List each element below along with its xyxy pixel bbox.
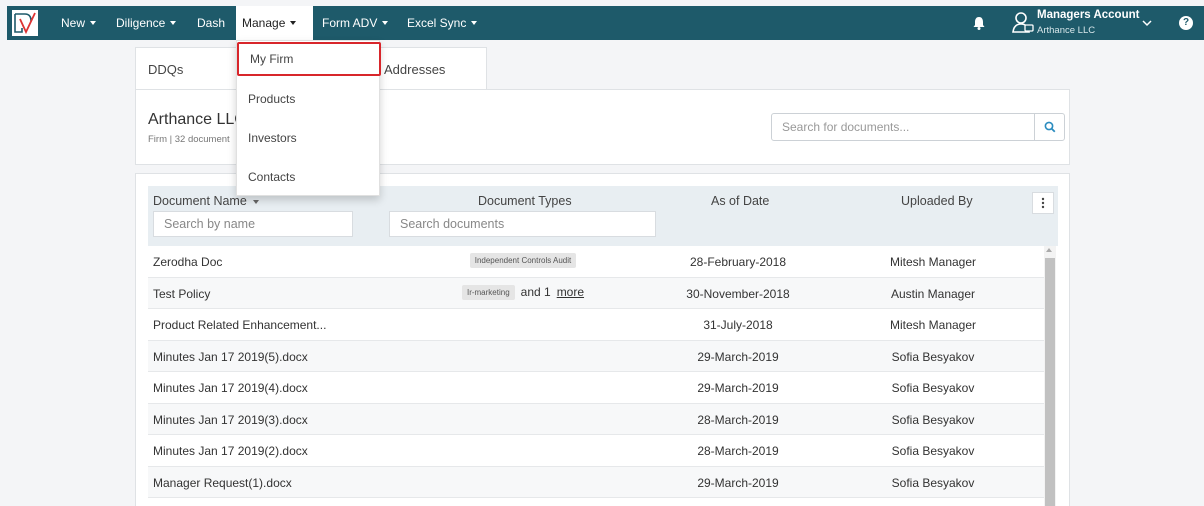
as-of-date-cell: 29-March-2019 xyxy=(697,381,779,395)
uploaded-by-cell: Mitesh Manager xyxy=(889,318,977,332)
table-scrollbar-thumb[interactable] xyxy=(1045,258,1055,506)
as-of-date-cell: 28-February-2018 xyxy=(689,255,787,269)
caret-down-icon xyxy=(290,21,297,25)
table-row[interactable]: Zerodha Doc Independent Controls Audit 2… xyxy=(148,246,1044,278)
search-icon xyxy=(1044,121,1055,133)
nav-dash[interactable]: Dash xyxy=(191,6,231,40)
document-rows: Zerodha Doc Independent Controls Audit 2… xyxy=(148,246,1044,498)
nav-excel-sync[interactable]: Excel Sync xyxy=(401,6,483,40)
as-of-date-cell: 30-November-2018 xyxy=(686,286,790,301)
uploaded-by-cell: Sofia Besyakov xyxy=(891,381,975,395)
as-of-date-cell: 29-March-2019 xyxy=(697,475,779,490)
nav-form-adv[interactable]: Form ADV xyxy=(316,6,394,40)
account-name[interactable]: Managers Account xyxy=(1037,9,1139,21)
uploaded-by-cell: Sofia Besyakov xyxy=(891,475,975,490)
table-row[interactable]: Minutes Jan 17 2019(3).docx 28-March-201… xyxy=(148,403,1044,435)
nav-form-adv-label: Form ADV xyxy=(322,16,378,30)
type-badge: Ir-marketing xyxy=(461,284,515,300)
caret-down-icon xyxy=(90,21,97,25)
menu-item-products[interactable]: Products xyxy=(237,80,379,118)
caret-down-icon xyxy=(471,21,478,25)
table-row[interactable]: Product Related Enhancement... 31-July-2… xyxy=(148,309,1044,341)
nav-manage[interactable]: Manage xyxy=(236,6,313,40)
nav-diligence-label: Diligence xyxy=(116,16,166,30)
column-document-name[interactable]: Document Name xyxy=(153,194,259,208)
type-badge: Independent Controls Audit xyxy=(469,253,577,268)
nav-excel-sync-label: Excel Sync xyxy=(407,16,467,30)
menu-item-investors[interactable]: Investors xyxy=(237,119,379,157)
nav-new-label: New xyxy=(61,16,86,30)
document-name-cell[interactable]: Minutes Jan 17 2019(2).docx xyxy=(153,444,308,458)
menu-item-my-firm[interactable]: My Firm xyxy=(237,42,381,76)
documents-panel: Document Name Document Types As of Date … xyxy=(135,173,1070,506)
as-of-date-cell: 28-March-2019 xyxy=(697,412,779,427)
uploaded-by-cell: Sofia Besyakov xyxy=(891,349,975,364)
firm-name: Arthance LLC xyxy=(148,111,246,128)
as-of-date-cell: 31-July-2018 xyxy=(703,318,773,332)
document-name-cell[interactable]: Minutes Jan 17 2019(5).docx xyxy=(153,350,308,364)
sort-caret-icon xyxy=(252,199,259,204)
search-button[interactable] xyxy=(1034,113,1065,141)
document-name-cell[interactable]: Minutes Jan 17 2019(3).docx xyxy=(153,413,308,427)
uploaded-by-cell: Sofia Besyakov xyxy=(891,444,975,458)
column-uploaded-by: Uploaded By xyxy=(901,194,973,208)
document-name-cell[interactable]: Product Related Enhancement... xyxy=(153,318,326,332)
firm-meta: Firm | 32 document xyxy=(148,134,230,145)
as-of-date-cell: 29-March-2019 xyxy=(697,349,779,364)
scroll-up-arrow-icon[interactable] xyxy=(1046,248,1052,252)
nav-diligence[interactable]: Diligence xyxy=(110,6,182,40)
column-options-button[interactable] xyxy=(1032,192,1054,214)
table-row[interactable]: Minutes Jan 17 2019(2).docx 28-March-201… xyxy=(148,435,1044,467)
bell-icon[interactable] xyxy=(971,15,987,31)
app-logo-icon[interactable] xyxy=(11,9,39,37)
table-row[interactable]: Manager Request(1).docx 29-March-2019 So… xyxy=(148,466,1044,498)
account-user-icon[interactable] xyxy=(1011,10,1035,34)
more-types-link[interactable]: more xyxy=(557,285,584,299)
more-prefix-text: and 1 xyxy=(520,285,551,299)
account-org: Arthance LLC xyxy=(1037,25,1096,36)
document-name-cell[interactable]: Manager Request(1).docx xyxy=(153,476,292,490)
column-document-name-label: Document Name xyxy=(153,194,247,208)
help-icon[interactable]: ? xyxy=(1179,16,1193,30)
column-document-types: Document Types xyxy=(478,194,572,208)
table-row[interactable]: Minutes Jan 17 2019(4).docx 29-March-201… xyxy=(148,372,1044,404)
tab-ddqs[interactable]: DDQs xyxy=(148,62,183,77)
nav-new[interactable]: New xyxy=(55,6,102,40)
document-search-input[interactable] xyxy=(771,113,1035,141)
as-of-date-cell: 28-March-2019 xyxy=(697,444,779,458)
nav-dash-label: Dash xyxy=(197,16,226,30)
document-name-cell[interactable]: Minutes Jan 17 2019(4).docx xyxy=(153,381,308,395)
uploaded-by-cell: Mitesh Manager xyxy=(889,255,977,269)
tab-addresses[interactable]: Addresses xyxy=(384,62,445,77)
table-row[interactable]: Minutes Jan 17 2019(5).docx 29-March-201… xyxy=(148,340,1044,372)
uploaded-by-cell: Sofia Besyakov xyxy=(891,412,975,427)
document-types-cell: Ir-marketing and 1 more xyxy=(448,284,598,300)
table-row[interactable]: Test Policy Ir-marketing and 1 more 30-N… xyxy=(148,277,1044,309)
document-types-cell: Independent Controls Audit xyxy=(448,253,598,268)
document-name-cell[interactable]: Test Policy xyxy=(153,287,210,301)
nav-manage-label: Manage xyxy=(242,16,286,30)
menu-item-contacts[interactable]: Contacts xyxy=(237,158,379,196)
kebab-menu-icon xyxy=(1041,197,1045,209)
types-filter-input[interactable] xyxy=(389,211,656,237)
manage-dropdown-menu: My Firm Products Investors Contacts xyxy=(236,40,381,196)
column-as-of-date: As of Date xyxy=(711,194,770,208)
name-filter-input[interactable] xyxy=(153,211,353,237)
document-name-cell[interactable]: Zerodha Doc xyxy=(153,255,222,269)
uploaded-by-cell: Austin Manager xyxy=(890,286,976,301)
chevron-down-icon[interactable] xyxy=(1142,19,1152,27)
caret-down-icon xyxy=(170,21,177,25)
caret-down-icon xyxy=(382,21,389,25)
top-navbar: New Diligence Dash Manage Form ADV Excel… xyxy=(7,6,1204,40)
